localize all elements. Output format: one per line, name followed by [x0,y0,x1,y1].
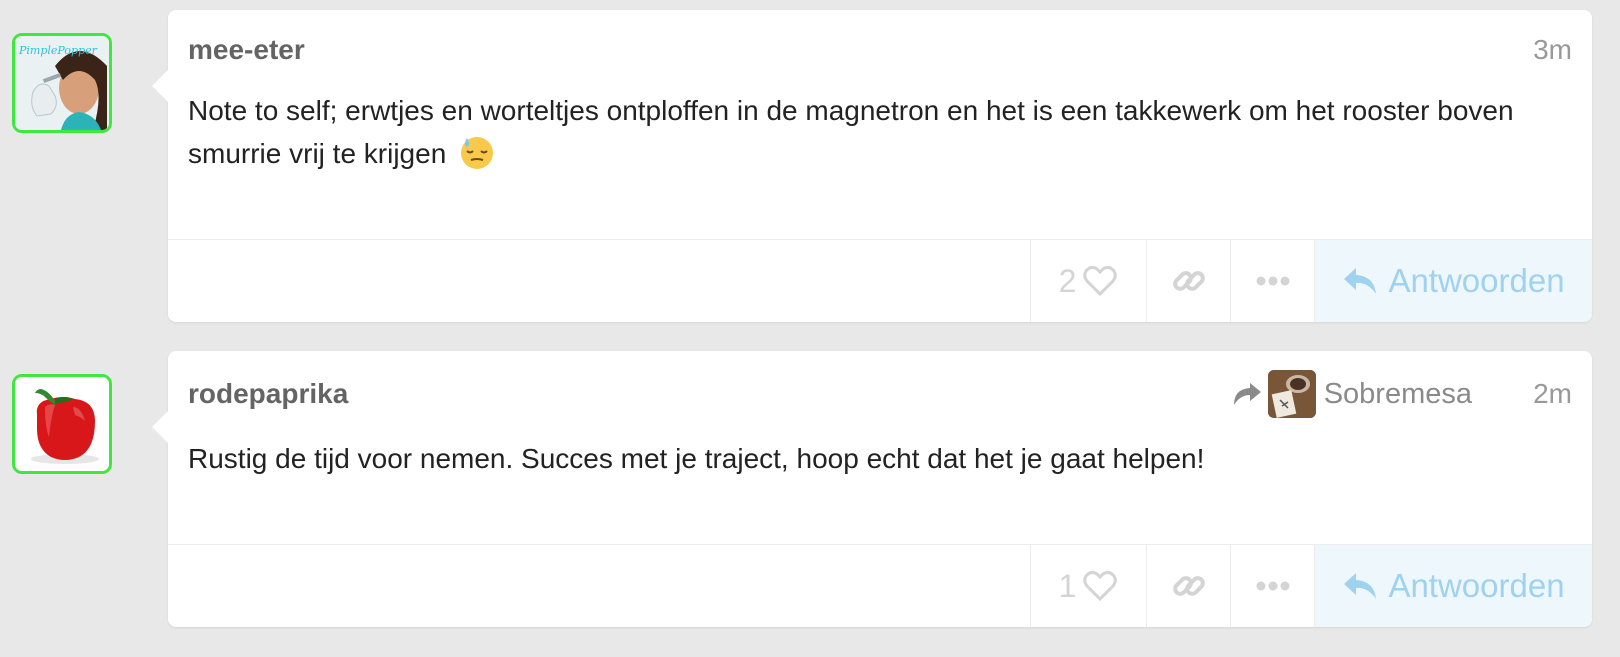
link-icon [1172,271,1205,291]
reply-button[interactable]: Antwoorden [1314,545,1592,627]
copy-link-button[interactable] [1146,545,1230,627]
post-card: rodepaprika Sobremesa 2m Rustig de tijd … [152,351,1592,627]
more-options-button[interactable] [1230,545,1314,627]
link-icon [1172,576,1205,596]
like-count: 1 [1058,567,1077,604]
reply-label: Antwoorden [1388,262,1565,299]
post-header: mee-eter 3m [188,30,1572,70]
pimplepopper-avatar-icon: PimplePopper [15,36,109,130]
post-text: Note to self; erwtjes en worteltjes ontp… [188,95,1514,169]
downcast-face-with-sweat-icon [461,137,494,169]
heart-icon [1083,265,1118,297]
ellipsis-icon [1256,581,1289,591]
post-text: Rustig de tijd voor nemen. Succes met je… [188,443,1205,474]
post-username[interactable]: mee-eter [188,30,305,70]
post-time[interactable]: 2m [1533,374,1572,414]
post-time[interactable]: 3m [1533,30,1572,70]
topic-post-stream: PimplePopper mee-eter 3m Note to self; e… [0,0,1620,657]
post-username[interactable]: rodepaprika [188,374,348,414]
sobremesa-avatar-icon [1267,370,1316,418]
reply-button[interactable]: Antwoorden [1314,240,1592,322]
svg-text:PimplePopper: PimplePopper [18,44,98,57]
reply-to-avatar [1267,370,1316,418]
like-count: 2 [1058,262,1077,299]
post-actions: 2 Antwoorden [168,239,1592,322]
post-actions: 1 Antwoorden [168,544,1592,627]
share-arrow-icon [1233,383,1261,405]
reply-label: Antwoorden [1388,567,1565,604]
like-button[interactable]: 1 [1030,545,1146,627]
post-body: Rustig de tijd voor nemen. Succes met je… [188,437,1532,480]
like-button[interactable]: 2 [1030,240,1146,322]
heart-icon [1083,570,1118,602]
reply-arrow-icon [1344,573,1377,599]
user-avatar-mee-eter[interactable]: PimplePopper [12,33,112,133]
reply-arrow-icon [1344,268,1377,294]
more-options-button[interactable] [1230,240,1314,322]
reply-to-tab[interactable]: Sobremesa [1232,370,1472,418]
post-header: rodepaprika Sobremesa 2m [188,370,1572,418]
user-avatar-rodepaprika[interactable] [12,374,112,474]
reply-to-username: Sobremesa [1323,377,1472,410]
copy-link-button[interactable] [1146,240,1230,322]
red-pepper-avatar-icon [15,377,109,471]
post-body: Note to self; erwtjes en worteltjes ontp… [188,89,1532,175]
ellipsis-icon [1256,276,1289,286]
post-card: mee-eter 3m Note to self; erwtjes en wor… [152,10,1592,322]
